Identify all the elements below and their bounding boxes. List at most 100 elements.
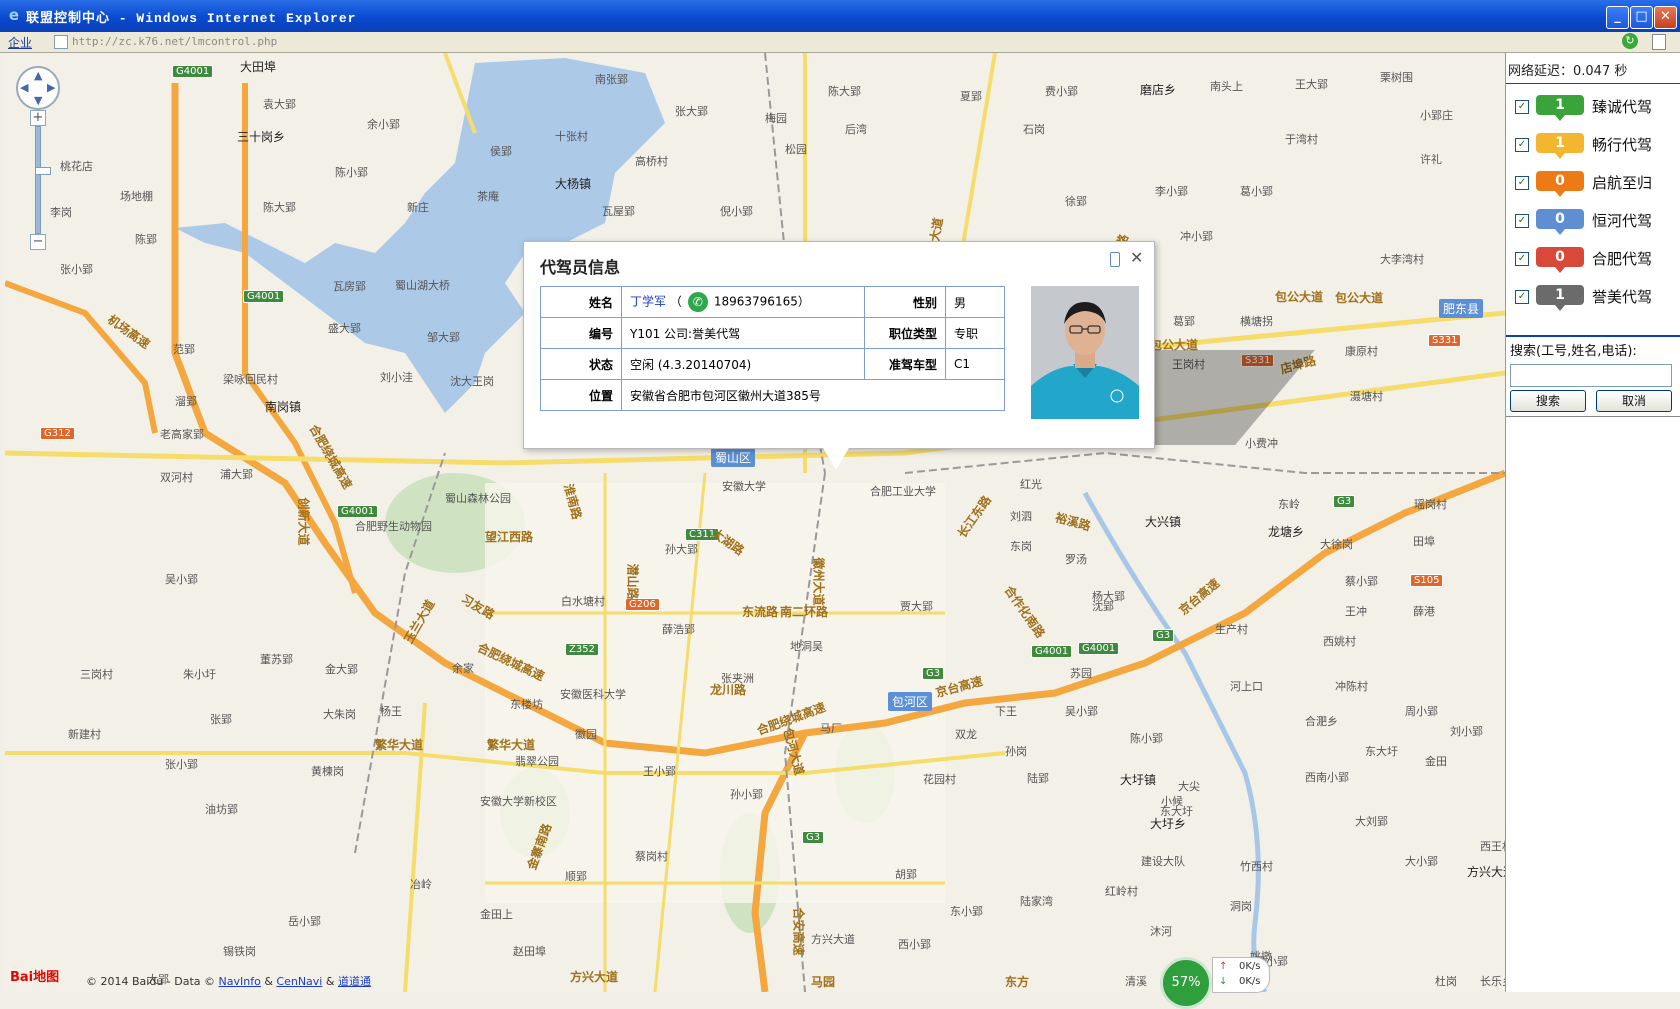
baidu-map-logo[interactable]: Bai地图 xyxy=(10,966,59,985)
cancel-button[interactable]: 取消 xyxy=(1596,390,1672,412)
town-label: 石岗 xyxy=(1023,123,1045,136)
town-label: 栗树围 xyxy=(1380,71,1413,84)
network-usage-gauge[interactable]: 57% xyxy=(1160,957,1212,1009)
page-icon xyxy=(54,35,68,49)
town-label: 下王 xyxy=(995,705,1017,718)
company-item[interactable]: ✓ 0 恒河代驾 xyxy=(1511,207,1680,237)
company-item[interactable]: ✓ 1 誉美代驾 xyxy=(1511,283,1680,313)
search-input[interactable] xyxy=(1510,364,1672,387)
navinfo-link[interactable]: NavInfo xyxy=(219,975,261,988)
town-label: 刘小郢 xyxy=(1450,725,1483,738)
id-company-value: Y101 公司:誉美代驾 xyxy=(621,317,865,349)
town-label: 王大郢 xyxy=(1295,78,1328,91)
road-label: 东流路 xyxy=(742,605,779,619)
location-value: 安徽省合肥市包河区徽州大道385号 xyxy=(621,379,1005,411)
town-label: 倪小郢 xyxy=(720,205,753,218)
town-label: 三岗村 xyxy=(80,668,113,681)
town-label: 大尖 xyxy=(1178,780,1200,793)
highway-shield: G4001 xyxy=(172,65,214,78)
town-label: 长乐乡 xyxy=(1480,975,1505,988)
town-label: 桃花店 xyxy=(60,160,93,173)
zoom-slider[interactable] xyxy=(35,126,51,234)
copyright-amp: & xyxy=(325,975,335,988)
town-label: 余小郢 xyxy=(367,118,400,131)
zoom-in-button[interactable]: + xyxy=(30,110,46,126)
company-item[interactable]: ✓ 1 畅行代驾 xyxy=(1511,131,1680,161)
company-checkbox[interactable]: ✓ xyxy=(1515,138,1529,152)
town-label: 马厂 xyxy=(820,722,842,735)
zoom-out-button[interactable]: − xyxy=(30,234,46,250)
phone-icon[interactable]: ✆ xyxy=(687,292,708,312)
town-label: 安徽医科大学 xyxy=(560,688,626,701)
favorites-menu[interactable]: 企业 xyxy=(8,34,32,51)
map-pan-control[interactable]: ▲ ▼ ◀ ▶ xyxy=(16,66,60,110)
company-checkbox[interactable]: ✓ xyxy=(1515,100,1529,114)
company-checkbox[interactable]: ✓ xyxy=(1515,252,1529,266)
pan-down-icon[interactable]: ▼ xyxy=(34,94,42,107)
driver-name[interactable]: 丁学军 xyxy=(630,295,666,309)
compat-page-icon[interactable] xyxy=(1652,34,1666,50)
cennavi-link[interactable]: CenNavi xyxy=(276,975,322,988)
url-field[interactable]: http://zc.k76.net/lmcontrol.php xyxy=(72,35,277,48)
road-label: 东方 xyxy=(1005,975,1030,989)
town-label: 十张村 xyxy=(555,130,588,143)
mobile-icon[interactable] xyxy=(1110,252,1120,267)
town-label: 锡铁岗 xyxy=(223,945,256,958)
company-item[interactable]: ✓ 0 启航至归 xyxy=(1511,169,1680,199)
company-item[interactable]: ✓ 0 合肥代驾 xyxy=(1511,245,1680,275)
name-label: 姓名 xyxy=(540,286,622,318)
license-label: 准驾车型 xyxy=(864,348,946,380)
status-value: 空闲 xyxy=(630,357,655,372)
town-label: 吴小郢 xyxy=(1065,705,1098,718)
highway-shield: G4001 xyxy=(1078,642,1120,655)
company-checkbox[interactable]: ✓ xyxy=(1515,176,1529,190)
pan-right-icon[interactable]: ▶ xyxy=(47,81,55,94)
town-label: 大小郢 xyxy=(1405,855,1438,868)
company-checkbox[interactable]: ✓ xyxy=(1515,214,1529,228)
go-refresh-icon[interactable]: ↻ xyxy=(1622,33,1638,49)
maximize-button[interactable]: □ xyxy=(1630,6,1653,29)
company-item[interactable]: ✓ 1 臻诚代驾 xyxy=(1511,93,1680,123)
town-label: 西南小郢 xyxy=(1305,771,1349,784)
district-label: 包河区 xyxy=(888,692,933,711)
location-label: 位置 xyxy=(540,379,622,411)
town-label: 东岭 xyxy=(1278,498,1300,511)
road-label: 龙川路 xyxy=(710,683,747,697)
highway-shield: G3 xyxy=(802,831,825,844)
window-title: 联盟控制中心 - Windows Internet Explorer xyxy=(26,11,357,26)
town-label: 小郢庄 xyxy=(1420,109,1453,122)
road-label: 南二环路 xyxy=(780,605,829,619)
town-label: 梁咏回民村 xyxy=(223,373,278,386)
town-label: 范郢 xyxy=(173,343,195,356)
daodaotong-link[interactable]: 道道通 xyxy=(338,975,371,988)
highway-shield: G4001 xyxy=(243,290,285,303)
town-label: 大徐岗 xyxy=(1320,538,1353,551)
download-rate: 0K/s xyxy=(1239,976,1261,987)
road-label: 包公大道 xyxy=(1275,290,1324,304)
highway-shield: G4001 xyxy=(1031,645,1073,658)
pan-left-icon[interactable]: ◀ xyxy=(20,81,28,94)
town-label: 瓦屋郢 xyxy=(602,205,635,218)
town-label: 陈小郢 xyxy=(335,166,368,179)
highway-shield: G4001 xyxy=(337,505,379,518)
town-label: 沐河 xyxy=(1150,925,1172,938)
pan-up-icon[interactable]: ▲ xyxy=(34,69,42,82)
town-label: 大兴镇 xyxy=(1145,515,1182,529)
zoom-control: + − xyxy=(30,110,51,250)
town-label: 张小郢 xyxy=(60,263,93,276)
town-label: 陈大郢 xyxy=(828,85,861,98)
popup-close-button[interactable]: ✕ xyxy=(1130,248,1143,267)
map-canvas[interactable]: G4001 G4001 G4001 G4001 G4001 G3 G3 G3 G… xyxy=(5,53,1505,992)
town-label: 新庄 xyxy=(407,201,429,214)
town-label: 刘泗 xyxy=(1010,510,1032,523)
zoom-slider-knob[interactable] xyxy=(35,167,51,175)
close-window-button[interactable]: ✕ xyxy=(1654,6,1677,29)
minimize-button[interactable]: _ xyxy=(1606,6,1629,29)
map-copyright: © 2014 Baidu - Data © NavInfo & CenNavi … xyxy=(86,973,371,989)
town-label: 孙大郢 xyxy=(665,543,698,556)
search-button[interactable]: 搜索 xyxy=(1510,390,1586,412)
town-label: 方兴大道 xyxy=(1467,865,1505,879)
company-checkbox[interactable]: ✓ xyxy=(1515,290,1529,304)
town-label: 袁大郢 xyxy=(263,98,296,111)
town-label: 西王村 xyxy=(1480,840,1505,853)
